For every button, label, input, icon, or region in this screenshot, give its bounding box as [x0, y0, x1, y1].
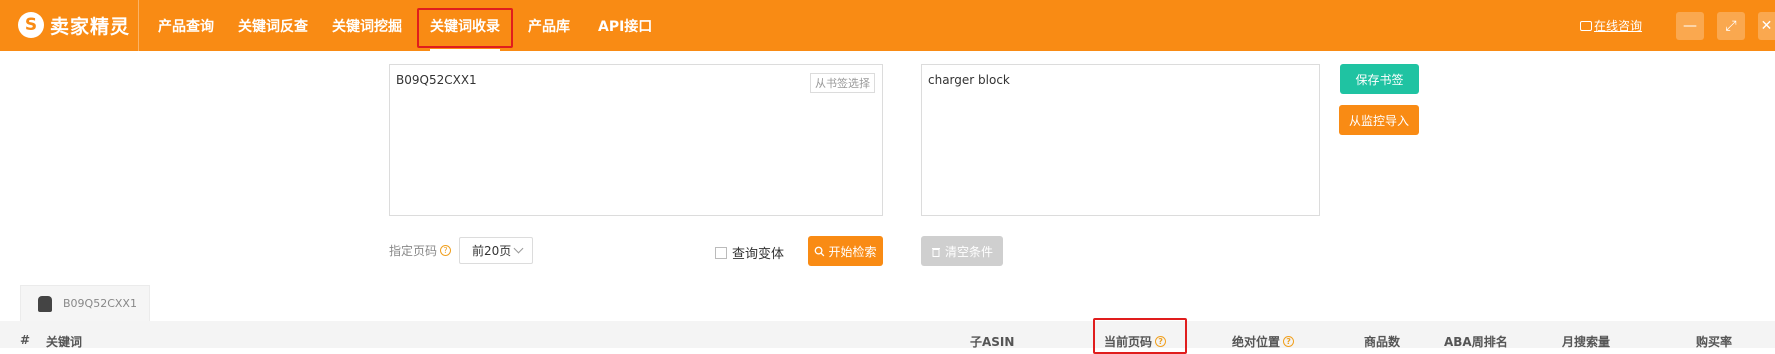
nav-api[interactable]: API接口	[598, 0, 652, 51]
column-purchase-rate: 购买率	[1696, 335, 1733, 349]
page-range-value: 前20页	[472, 244, 512, 258]
column-absolute-position[interactable]: 绝对位置 ?	[1232, 333, 1295, 350]
column-product-count: 商品数	[1364, 335, 1401, 349]
column-aba-rank: ABA周排名	[1444, 335, 1508, 349]
help-icon[interactable]: ?	[440, 245, 452, 256]
nav-keyword-reverse[interactable]: 关键词反查	[238, 0, 308, 51]
keyword-input[interactable]: charger block	[921, 64, 1320, 216]
top-navigation-bar: S 卖家精灵 产品查询 关键词反查 关键词挖掘 关键词收录 产品库 API接口 …	[0, 0, 1775, 51]
import-from-monitor-button[interactable]: 从监控导入	[1339, 105, 1419, 135]
save-bookmark-button[interactable]: 保存书签	[1340, 64, 1419, 94]
app-logo[interactable]: S 卖家精灵	[18, 10, 130, 40]
page-range-label: 指定页码 ?	[389, 242, 452, 259]
page-range-text: 指定页码	[389, 244, 438, 258]
checkbox-box[interactable]	[715, 246, 727, 259]
start-search-button[interactable]: 开始检索	[808, 236, 883, 266]
nav-product-query[interactable]: 产品查询	[158, 0, 214, 51]
logo-text: 卖家精灵	[50, 15, 131, 38]
main-nav: 产品查询 关键词反查 关键词挖掘 关键词收录 产品库 API接口	[140, 0, 652, 51]
clear-conditions-button[interactable]: 清空条件	[921, 236, 1003, 266]
query-variant-label: 查询变体	[732, 247, 785, 262]
asin-input-value: B09Q52CXX1	[396, 73, 477, 87]
logo-icon: S	[18, 12, 44, 38]
nav-keyword-indexing[interactable]: 关键词收录	[417, 0, 513, 51]
close-icon: ✕	[1760, 18, 1773, 34]
query-variant-checkbox[interactable]: 查询变体	[715, 243, 784, 262]
column-child-asin: 子ASIN	[970, 335, 1015, 349]
chevron-down-icon	[513, 243, 524, 254]
page-range-select[interactable]: 前20页	[459, 237, 533, 264]
logo-divider	[138, 0, 139, 51]
close-button[interactable]: ✕	[1758, 12, 1775, 40]
help-icon[interactable]: ?	[1283, 336, 1295, 347]
clear-conditions-label: 清空条件	[944, 244, 993, 259]
result-asin-label: B09Q52CXX1	[63, 297, 137, 310]
search-icon	[815, 246, 825, 256]
nav-product-library[interactable]: 产品库	[528, 0, 570, 51]
product-thumbnail	[38, 295, 52, 312]
asin-input[interactable]: B09Q52CXX1 从书签选择	[389, 64, 883, 216]
current-page-highlight	[1093, 318, 1187, 354]
results-table-header: # 关键词 子ASIN 当前页码 ? 绝对位置 ? 商品数 ABA周排名 月搜索…	[0, 321, 1775, 350]
minimize-button[interactable]: —	[1676, 12, 1704, 40]
result-asin-tab[interactable]: B09Q52CXX1	[20, 285, 150, 321]
minimize-icon: —	[1683, 18, 1697, 34]
column-keyword: 关键词	[46, 335, 83, 349]
maximize-icon: ⤢	[1725, 18, 1737, 34]
column-absolute-position-label: 绝对位置	[1232, 335, 1281, 349]
pick-from-bookmark-button[interactable]: 从书签选择	[810, 73, 875, 93]
start-search-label: 开始检索	[828, 244, 877, 259]
column-monthly-search: 月搜索量	[1562, 335, 1611, 349]
nav-keyword-mining[interactable]: 关键词挖掘	[332, 0, 402, 51]
chat-icon	[1580, 20, 1592, 31]
keyword-input-value: charger block	[928, 73, 1010, 87]
online-consult-link[interactable]: 在线咨询	[1580, 17, 1642, 34]
trash-icon	[931, 247, 940, 257]
online-consult-label: 在线咨询	[1594, 19, 1643, 33]
column-index: #	[20, 333, 31, 347]
maximize-button[interactable]: ⤢	[1717, 12, 1745, 40]
